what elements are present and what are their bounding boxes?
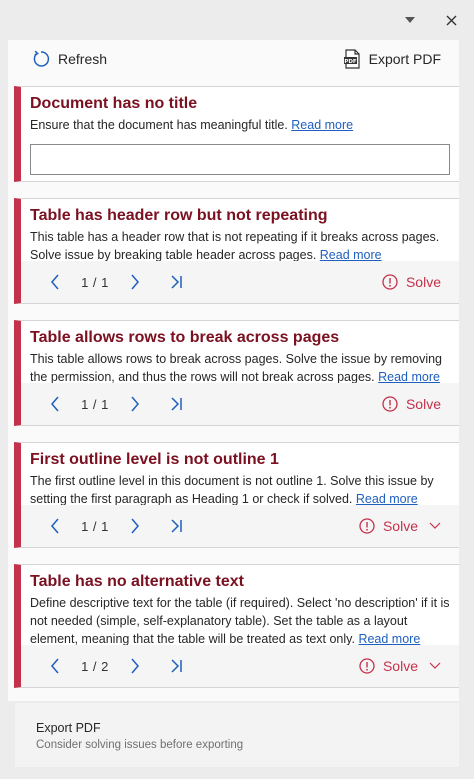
- svg-text:PDF: PDF: [344, 59, 357, 65]
- solve-button[interactable]: Solve: [359, 645, 441, 687]
- issue-counter: 1 / 1: [81, 396, 109, 412]
- read-more-link[interactable]: Read more: [358, 632, 420, 646]
- solve-label: Solve: [382, 518, 418, 534]
- refresh-label: Refresh: [58, 51, 108, 67]
- export-footer-title: Export PDF: [36, 721, 101, 735]
- issue-card-document-title: Document has no title Ensure that the do…: [14, 86, 459, 182]
- title-bar: [0, 0, 474, 40]
- issue-description: This table allows rows to break across p…: [30, 350, 453, 386]
- previous-icon[interactable]: [45, 394, 65, 414]
- issue-title: Table has no alternative text: [30, 573, 244, 590]
- issue-title: Table allows rows to break across pages: [30, 329, 340, 346]
- last-icon[interactable]: [167, 516, 187, 536]
- issue-title: First outline level is not outline 1: [30, 451, 279, 468]
- read-more-link[interactable]: Read more: [378, 370, 440, 384]
- issue-card-outline-level: First outline level is not outline 1 The…: [14, 442, 459, 548]
- issue-description: This table has a header row that is not …: [30, 228, 453, 264]
- alert-circle-icon: [382, 396, 398, 412]
- export-pdf-footer[interactable]: Export PDF Consider solving issues befor…: [15, 703, 459, 767]
- last-icon[interactable]: [167, 656, 187, 676]
- previous-icon[interactable]: [45, 516, 65, 536]
- alert-circle-icon: [359, 658, 375, 674]
- caret-down-icon[interactable]: [400, 10, 420, 30]
- toolbar: Refresh PDF Export PDF: [8, 40, 459, 78]
- read-more-link[interactable]: Read more: [320, 248, 382, 262]
- alert-circle-icon: [382, 274, 398, 290]
- issue-description: The first outline level in this document…: [30, 472, 453, 508]
- next-icon[interactable]: [125, 656, 145, 676]
- solve-label: Solve: [405, 396, 441, 412]
- refresh-button[interactable]: Refresh: [32, 50, 107, 68]
- issue-description: Define descriptive text for the table (i…: [30, 594, 453, 648]
- read-more-link[interactable]: Read more: [356, 492, 418, 506]
- issue-card-rows-break: Table allows rows to break across pages …: [14, 320, 459, 426]
- solve-button[interactable]: Solve: [382, 261, 441, 303]
- next-icon[interactable]: [125, 272, 145, 292]
- issue-counter: 1 / 1: [81, 274, 109, 290]
- last-icon[interactable]: [167, 394, 187, 414]
- solve-button[interactable]: Solve: [359, 505, 441, 547]
- issue-card-alt-text: Table has no alternative text Define des…: [14, 564, 459, 688]
- issue-description-text: Ensure that the document has meaningful …: [30, 118, 288, 132]
- issue-description: Ensure that the document has meaningful …: [30, 116, 453, 134]
- export-pdf-button[interactable]: PDF Export PDF: [343, 49, 441, 69]
- solve-label: Solve: [382, 658, 418, 674]
- alert-circle-icon: [359, 518, 375, 534]
- chevron-down-icon[interactable]: [429, 522, 441, 530]
- solve-button[interactable]: Solve: [382, 383, 441, 425]
- issue-counter: 1 / 2: [81, 658, 109, 674]
- issue-navigation: 1 / 1 Solve: [21, 261, 459, 303]
- document-title-input[interactable]: [30, 144, 450, 175]
- close-icon[interactable]: [441, 10, 461, 30]
- previous-icon[interactable]: [45, 656, 65, 676]
- read-more-link[interactable]: Read more: [291, 118, 353, 132]
- export-footer-subtitle: Consider solving issues before exporting: [36, 739, 244, 751]
- chevron-down-icon[interactable]: [429, 662, 441, 670]
- issue-counter: 1 / 1: [81, 518, 109, 534]
- issue-navigation: 1 / 2 Solve: [21, 645, 459, 687]
- refresh-icon: [33, 50, 50, 67]
- issue-navigation: 1 / 1 Solve: [21, 383, 459, 425]
- next-icon[interactable]: [125, 394, 145, 414]
- issue-title: Document has no title: [30, 95, 198, 112]
- next-icon[interactable]: [125, 516, 145, 536]
- issues-panel[interactable]: Document has no title Ensure that the do…: [8, 78, 459, 701]
- previous-icon[interactable]: [45, 272, 65, 292]
- export-pdf-label: Export PDF: [368, 51, 441, 67]
- last-icon[interactable]: [167, 272, 187, 292]
- issue-card-header-row: Table has header row but not repeating T…: [14, 198, 459, 304]
- issue-title: Table has header row but not repeating: [30, 207, 328, 224]
- solve-label: Solve: [405, 274, 441, 290]
- issue-navigation: 1 / 1 Solve: [21, 505, 459, 547]
- pdf-icon: PDF: [343, 49, 360, 69]
